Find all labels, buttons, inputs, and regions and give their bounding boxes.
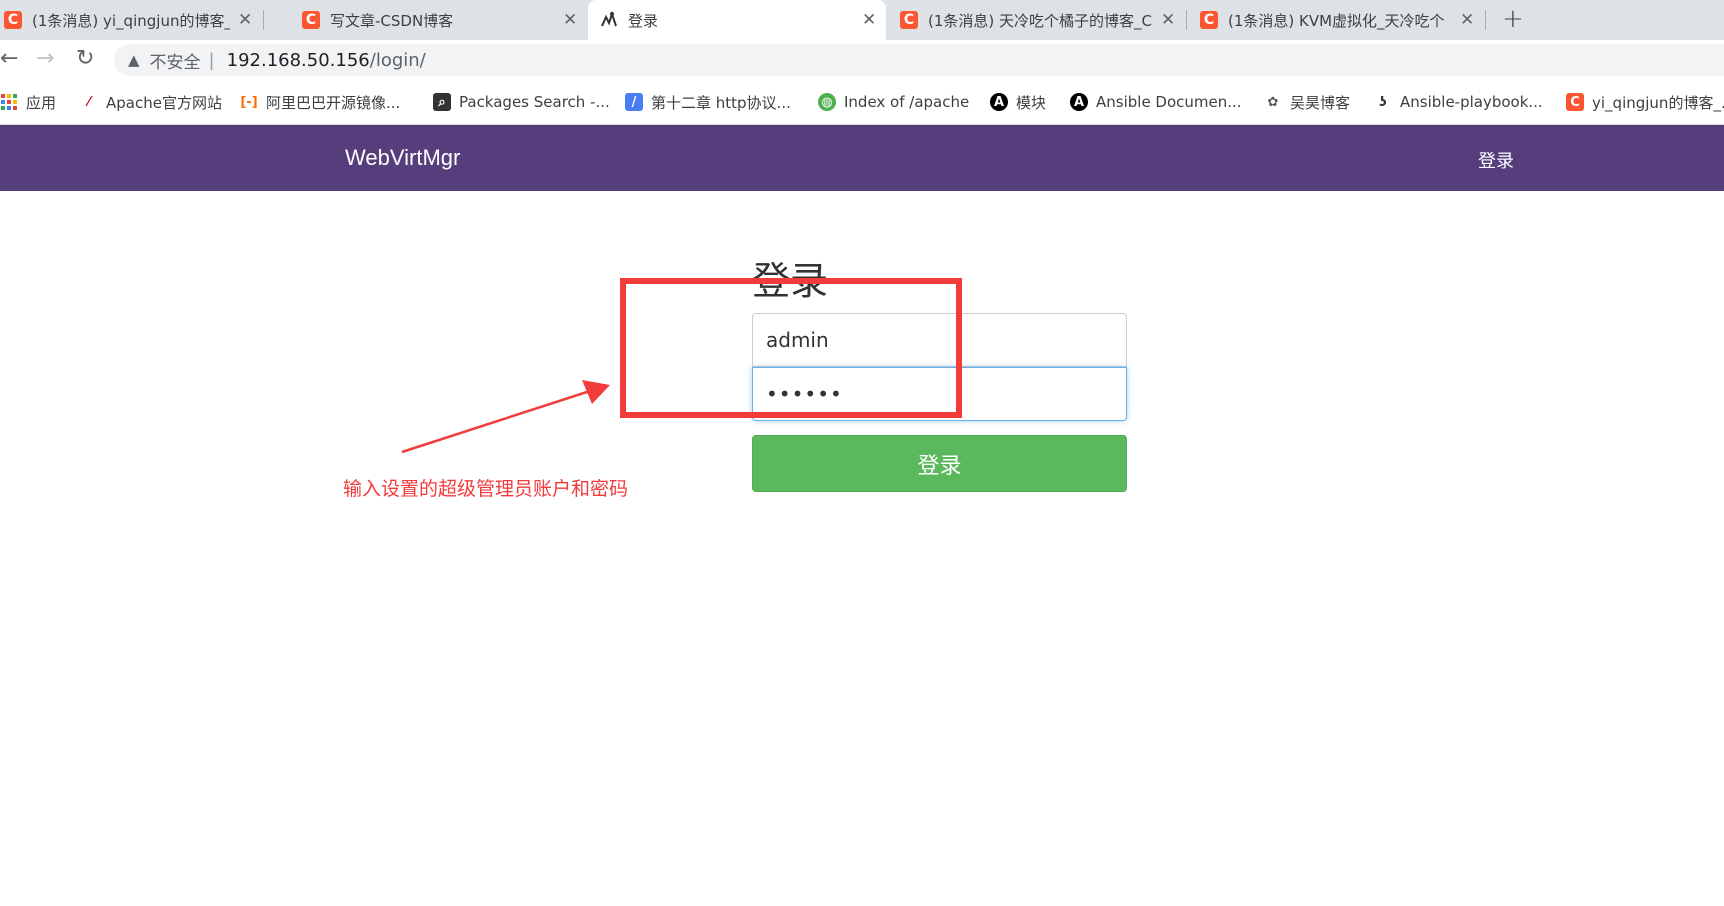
annotation-text: 输入设置的超级管理员账户和密码 [343,478,629,500]
annotation-arrow [401,380,610,454]
